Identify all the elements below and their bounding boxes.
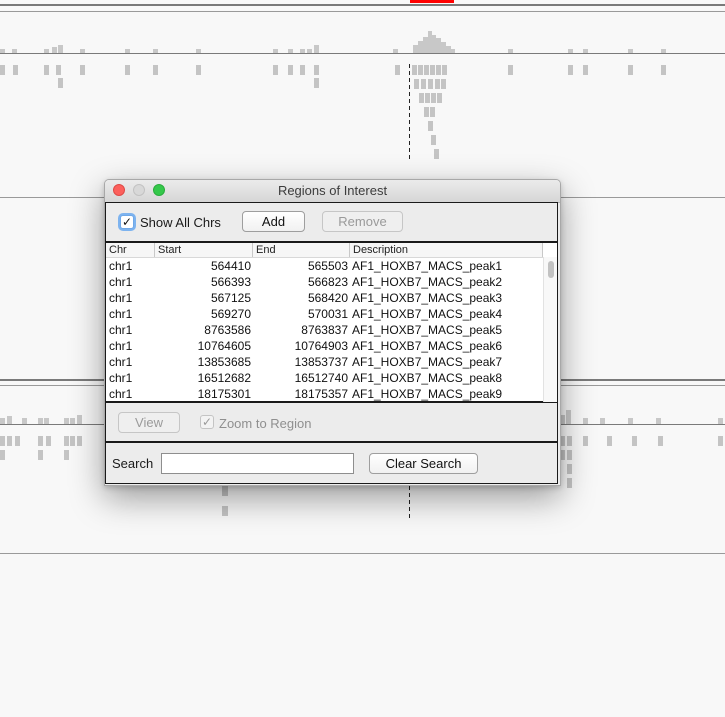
remove-button[interactable]: Remove: [322, 211, 403, 232]
cell-description: AF1_HOXB7_MACS_peak4: [352, 307, 503, 321]
cell-description: AF1_HOXB7_MACS_peak1: [352, 259, 503, 273]
table-row[interactable]: chr1 18175301 18175357 AF1_HOXB7_MACS_pe…: [106, 386, 543, 401]
cell-description: AF1_HOXB7_MACS_peak6: [352, 339, 503, 353]
scrollbar-thumb[interactable]: [548, 261, 554, 278]
clear-search-button[interactable]: Clear Search: [369, 453, 478, 474]
search-label: Search: [112, 456, 154, 471]
view-panel: View ✓ Zoom to Region: [105, 402, 558, 442]
table-row[interactable]: chr1 8763586 8763837 AF1_HOXB7_MACS_peak…: [106, 322, 543, 338]
cell-end: 10764903: [294, 339, 348, 353]
cell-chr: chr1: [109, 339, 133, 353]
column-header-start[interactable]: Start: [155, 243, 253, 257]
add-button[interactable]: Add: [242, 211, 305, 232]
cell-chr: chr1: [109, 371, 133, 385]
top-feature-track: [0, 65, 666, 159]
cell-start: 566393: [210, 275, 251, 289]
zoom-to-region-label[interactable]: Zoom to Region: [219, 416, 312, 431]
table-row[interactable]: chr1 16512682 16512740 AF1_HOXB7_MACS_pe…: [106, 370, 543, 386]
title-bar[interactable]: Regions of Interest: [105, 180, 560, 203]
cell-start: 569270: [210, 307, 251, 321]
table-body: chr1 564410 565503 AF1_HOXB7_MACS_peak1 …: [106, 258, 543, 401]
search-input[interactable]: [161, 453, 354, 474]
cell-description: AF1_HOXB7_MACS_peak2: [352, 275, 503, 289]
column-header-description[interactable]: Description: [350, 243, 543, 257]
zoom-to-region-checkbox[interactable]: ✓: [200, 415, 214, 429]
cell-end: 8763837: [301, 323, 348, 337]
cell-chr: chr1: [109, 355, 133, 369]
cell-start: 8763586: [204, 323, 251, 337]
column-header-chr[interactable]: Chr: [106, 243, 155, 257]
dialog-title: Regions of Interest: [277, 183, 388, 198]
cell-description: AF1_HOXB7_MACS_peak7: [352, 355, 503, 369]
view-button[interactable]: View: [118, 412, 180, 433]
cell-chr: chr1: [109, 291, 133, 305]
cell-description: AF1_HOXB7_MACS_peak9: [352, 387, 503, 401]
cell-description: AF1_HOXB7_MACS_peak5: [352, 323, 503, 337]
cell-end: 16512740: [294, 371, 348, 385]
table-row[interactable]: chr1 566393 566823 AF1_HOXB7_MACS_peak2: [106, 274, 543, 290]
cell-chr: chr1: [109, 259, 133, 273]
top-coverage-track: [0, 31, 666, 53]
cell-chr: chr1: [109, 307, 133, 321]
roi-marker[interactable]: [410, 0, 454, 3]
cell-start: 567125: [210, 291, 251, 305]
search-panel: Search Clear Search: [105, 442, 558, 484]
checkmark-icon: ✓: [121, 215, 133, 229]
toolbar-panel: ✓ Show All Chrs Add Remove: [105, 202, 558, 242]
table-row[interactable]: chr1 567125 568420 AF1_HOXB7_MACS_peak3: [106, 290, 543, 306]
table-row[interactable]: chr1 13853685 13853737 AF1_HOXB7_MACS_pe…: [106, 354, 543, 370]
table-scrollbar[interactable]: [543, 257, 557, 402]
cell-start: 18175301: [197, 387, 251, 401]
cell-start: 10764605: [197, 339, 251, 353]
cell-end: 570031: [307, 307, 348, 321]
regions-of-interest-dialog: Regions of Interest ✓ Show All Chrs Add …: [104, 179, 561, 486]
table-row[interactable]: chr1 569270 570031 AF1_HOXB7_MACS_peak4: [106, 306, 543, 322]
cell-end: 18175357: [294, 387, 348, 401]
table-row[interactable]: chr1 10764605 10764903 AF1_HOXB7_MACS_pe…: [106, 338, 543, 354]
ruler-line: [0, 4, 725, 6]
cell-description: AF1_HOXB7_MACS_peak8: [352, 371, 503, 385]
checkmark-icon: ✓: [201, 415, 213, 429]
show-all-chrs-checkbox[interactable]: ✓: [120, 215, 134, 229]
cell-end: 568420: [307, 291, 348, 305]
cell-chr: chr1: [109, 387, 133, 401]
cell-start: 564410: [210, 259, 251, 273]
ruler-line-thin: [0, 11, 725, 12]
column-header-end[interactable]: End: [253, 243, 350, 257]
cell-chr: chr1: [109, 323, 133, 337]
regions-table: Chr Start End Description chr1 564410 56…: [105, 242, 558, 402]
track-separator: [0, 553, 725, 554]
table-header: Chr Start End Description: [106, 243, 543, 258]
cell-chr: chr1: [109, 275, 133, 289]
cell-description: AF1_HOXB7_MACS_peak3: [352, 291, 503, 305]
track-baseline: [0, 53, 725, 54]
cell-end: 566823: [307, 275, 348, 289]
show-all-chrs-label[interactable]: Show All Chrs: [140, 215, 221, 230]
cell-end: 13853737: [294, 355, 348, 369]
cell-start: 13853685: [197, 355, 251, 369]
cell-start: 16512682: [197, 371, 251, 385]
cell-end: 565503: [307, 259, 348, 273]
table-row[interactable]: chr1 564410 565503 AF1_HOXB7_MACS_peak1: [106, 258, 543, 274]
